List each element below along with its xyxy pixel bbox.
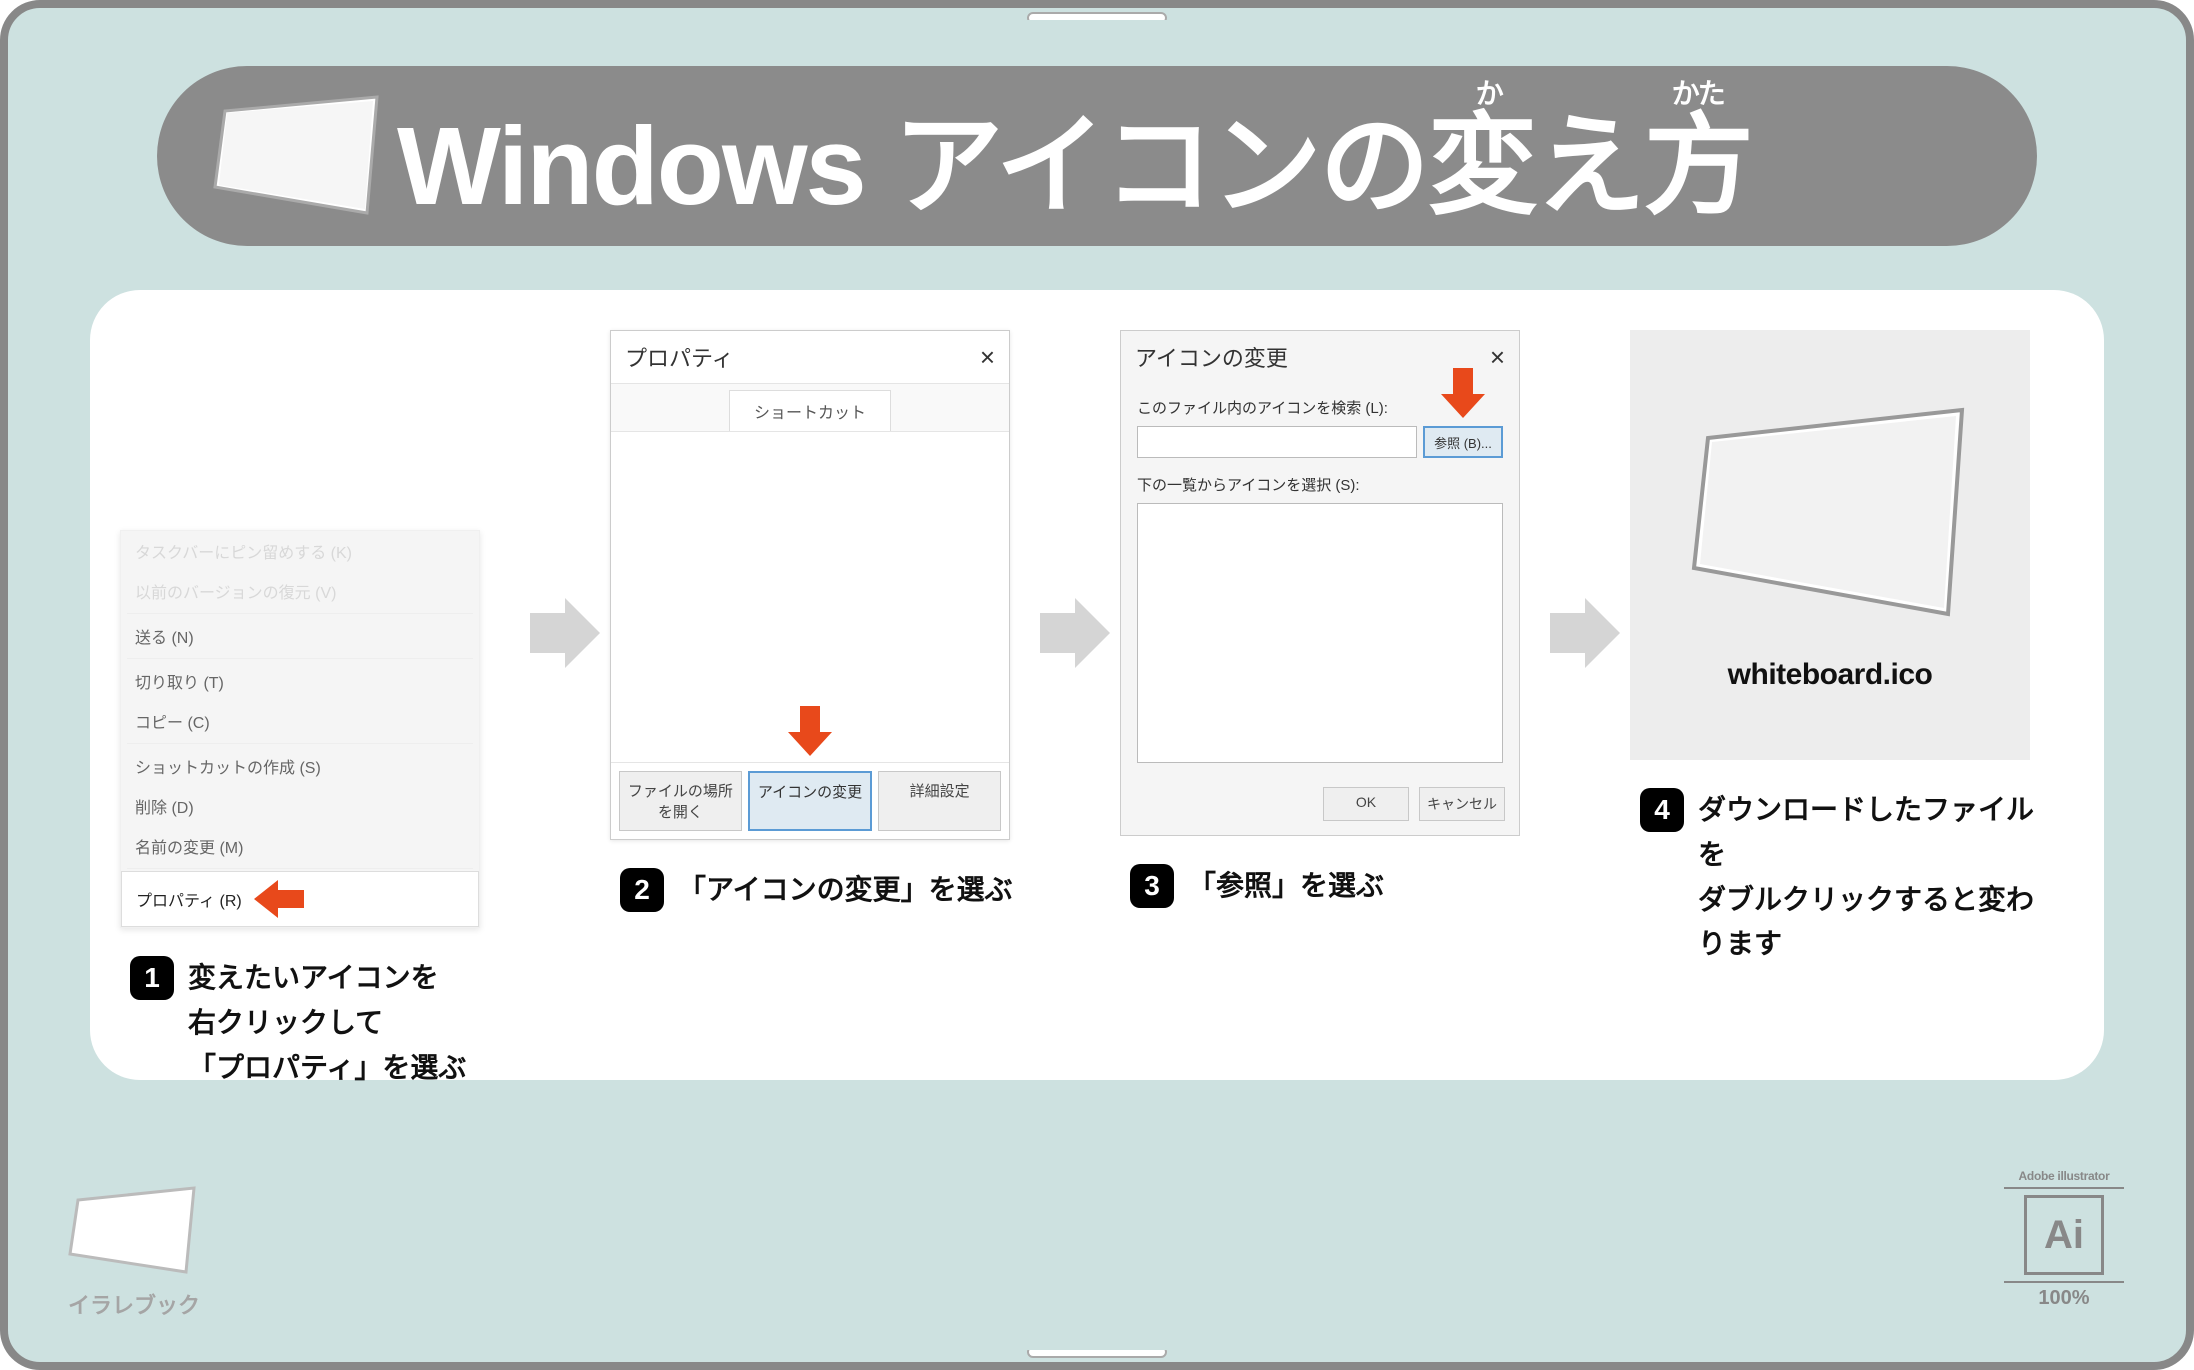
tab-shortcut[interactable]: ショートカット bbox=[729, 390, 891, 431]
pointer-arrow-icon bbox=[254, 880, 304, 918]
flow-arrow-icon bbox=[1550, 598, 1620, 673]
ctx-pin[interactable]: タスクバーにピン留めする (K) bbox=[121, 531, 479, 571]
tab-row: ショートカット bbox=[611, 384, 1009, 432]
ctx-delete[interactable]: 削除 (D) bbox=[121, 786, 479, 826]
dialog3-title: アイコンの変更 bbox=[1135, 341, 1288, 373]
step-4: whiteboard.ico 4 ダウンロードしたファイルを ダブルクリックする… bbox=[1630, 330, 2070, 967]
change-icon-dialog: アイコンの変更 × このファイル内のアイコンを検索 (L): 参照 (B)... bbox=[1120, 330, 1520, 836]
list-label: 下の一覧からアイコンを選択 (S): bbox=[1137, 474, 1503, 495]
step-2-caption: 2 「アイコンの変更」を選ぶ bbox=[610, 868, 1023, 913]
dialog3-body: このファイル内のアイコンを検索 (L): 参照 (B)... 下の一覧からアイコ… bbox=[1121, 383, 1519, 777]
ctx-rename[interactable]: 名前の変更 (M) bbox=[121, 826, 479, 866]
icon-path-input[interactable] bbox=[1137, 426, 1417, 458]
step-1-line3: 「プロパティ」を選ぶ bbox=[188, 1052, 466, 1083]
ctx-sep bbox=[127, 658, 473, 659]
whiteboard-icon bbox=[207, 91, 387, 221]
ctx-sep bbox=[127, 868, 473, 869]
close-icon[interactable]: × bbox=[1490, 342, 1505, 373]
flow-arrow-icon bbox=[530, 598, 600, 673]
inner-bg: か かた Windows アイコンの変え方 タスクバーにピン留めする (K) 以… bbox=[20, 20, 2174, 1350]
ctx-sep bbox=[127, 743, 473, 744]
ctx-sep bbox=[127, 613, 473, 614]
ai-mark: Ai bbox=[2024, 1195, 2104, 1275]
step-1: タスクバーにピン留めする (K) 以前のバージョンの復元 (V) 送る (N) … bbox=[120, 330, 520, 1090]
dialog-body bbox=[611, 432, 1009, 762]
title-main: Windows アイコンの変え方 bbox=[397, 105, 1752, 228]
step-3-caption: 3 「参照」を選ぶ bbox=[1120, 864, 1394, 909]
step-num-3: 3 bbox=[1130, 864, 1174, 908]
close-icon[interactable]: × bbox=[980, 342, 995, 373]
step-num-2: 2 bbox=[620, 868, 664, 912]
step-4-caption: 4 ダウンロードしたファイルを ダブルクリックすると変わります bbox=[1630, 788, 2070, 967]
illustrator-badge: Adobe illustrator Ai 100% bbox=[2004, 1169, 2124, 1310]
step-4-line2: ダブルクリックすると変わります bbox=[1698, 884, 2034, 960]
ctx-properties-label: プロパティ (R) bbox=[136, 887, 242, 911]
pointer-arrow-down-icon bbox=[1441, 368, 1485, 418]
tutorial-card: か かた Windows アイコンの変え方 タスクバーにピン留めする (K) 以… bbox=[0, 0, 2194, 1370]
ctx-cut[interactable]: 切り取り (T) bbox=[121, 661, 479, 701]
ctx-copy[interactable]: コピー (C) bbox=[121, 701, 479, 741]
icon-file-preview: whiteboard.ico bbox=[1630, 330, 2030, 760]
ctx-properties[interactable]: プロパティ (R) bbox=[121, 871, 479, 927]
step-4-text: ダウンロードしたファイルを ダブルクリックすると変わります bbox=[1698, 788, 2060, 967]
brand-name: イラレブック bbox=[64, 1288, 204, 1320]
dialog-titlebar: プロパティ × bbox=[611, 331, 1009, 384]
step-2: プロパティ × ショートカット ファイルの場所を開く アイコンの変更 bbox=[610, 330, 1030, 913]
dialog3-footer: OK キャンセル bbox=[1121, 777, 1519, 835]
title-banner: か かた Windows アイコンの変え方 bbox=[157, 66, 2037, 246]
ai-percent: 100% bbox=[2004, 1281, 2124, 1310]
ctx-send[interactable]: 送る (N) bbox=[121, 616, 479, 656]
brand-logo: イラレブック bbox=[64, 1182, 204, 1320]
dialog-footer: ファイルの場所を開く アイコンの変更 詳細設定 bbox=[611, 762, 1009, 839]
ctx-shortcut[interactable]: ショットカットの作成 (S) bbox=[121, 746, 479, 786]
step-3: アイコンの変更 × このファイル内のアイコンを検索 (L): 参照 (B)... bbox=[1120, 330, 1540, 909]
steps-panel: タスクバーにピン留めする (K) 以前のバージョンの復元 (V) 送る (N) … bbox=[90, 290, 2104, 1080]
step-num-4: 4 bbox=[1640, 788, 1684, 832]
icon-filename: whiteboard.ico bbox=[1728, 658, 1933, 692]
cancel-button[interactable]: キャンセル bbox=[1419, 787, 1505, 821]
properties-dialog: プロパティ × ショートカット ファイルの場所を開く アイコンの変更 bbox=[610, 330, 1010, 840]
step-2-text: 「アイコンの変更」を選ぶ bbox=[678, 868, 1013, 913]
change-icon-button[interactable]: アイコンの変更 bbox=[748, 771, 873, 831]
dialog-title: プロパティ bbox=[625, 341, 734, 373]
open-location-button[interactable]: ファイルの場所を開く bbox=[619, 771, 742, 831]
search-row: 参照 (B)... bbox=[1137, 426, 1503, 458]
context-menu: タスクバーにピン留めする (K) 以前のバージョンの復元 (V) 送る (N) … bbox=[120, 530, 480, 928]
whiteboard-icon bbox=[1680, 398, 1980, 628]
whiteboard-icon bbox=[64, 1182, 204, 1282]
ai-top-label: Adobe illustrator bbox=[2004, 1169, 2124, 1189]
ruby-kata: かた bbox=[1672, 72, 1724, 112]
ruby-ka: か bbox=[1476, 72, 1502, 112]
step-3-text: 「参照」を選ぶ bbox=[1188, 864, 1384, 909]
flow-arrow-icon bbox=[1040, 598, 1110, 673]
step-num-1: 1 bbox=[130, 956, 174, 1000]
step-1-caption: 1 変えたいアイコンを 右クリックして 「プロパティ」を選ぶ bbox=[120, 956, 476, 1090]
step-4-line1: ダウンロードしたファイルを bbox=[1698, 794, 2034, 870]
icon-list[interactable] bbox=[1137, 503, 1503, 763]
advanced-button[interactable]: 詳細設定 bbox=[878, 771, 1001, 831]
pointer-arrow-down-icon bbox=[788, 706, 832, 756]
step-1-line1: 変えたいアイコンを bbox=[188, 962, 439, 993]
ctx-restore[interactable]: 以前のバージョンの復元 (V) bbox=[121, 571, 479, 611]
step-1-text: 変えたいアイコンを 右クリックして 「プロパティ」を選ぶ bbox=[188, 956, 466, 1090]
title-text: か かた Windows アイコンの変え方 bbox=[397, 76, 1752, 236]
ok-button[interactable]: OK bbox=[1323, 787, 1409, 821]
browse-button[interactable]: 参照 (B)... bbox=[1423, 426, 1503, 458]
step-1-line2: 右クリックして bbox=[188, 1007, 383, 1038]
